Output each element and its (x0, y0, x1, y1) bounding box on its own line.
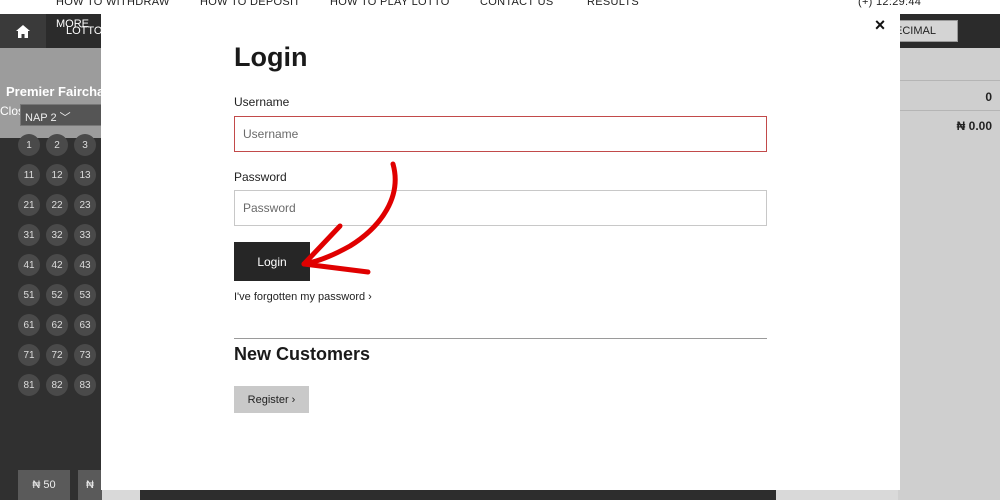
red-arrow-annotation (301, 161, 398, 275)
chevron-right-icon: › (288, 393, 296, 406)
number-ball[interactable]: 23 (74, 194, 96, 216)
close-icon[interactable]: × (872, 16, 888, 34)
number-ball[interactable]: 43 (74, 254, 96, 276)
home-button[interactable] (0, 14, 46, 48)
username-input[interactable] (234, 116, 767, 152)
number-ball[interactable]: 13 (74, 164, 96, 186)
nav-link-results[interactable]: RESULTS (587, 0, 639, 8)
number-ball[interactable]: 41 (18, 254, 40, 276)
number-ball[interactable]: 21 (18, 194, 40, 216)
betslip-panel: 0 ₦ 0.00 (898, 48, 1000, 500)
home-icon (16, 24, 30, 38)
odds-format-select[interactable]: ECIMAL (890, 20, 958, 42)
number-ball[interactable]: 42 (46, 254, 68, 276)
number-ball[interactable]: 72 (46, 344, 68, 366)
number-ball[interactable]: 3 (74, 134, 96, 156)
stake-button[interactable]: ₦ (78, 470, 102, 500)
login-modal (101, 8, 900, 490)
nav-link-how-to-play[interactable]: HOW TO PLAY LOTTO (330, 0, 450, 8)
chevron-down-icon: ﹀ (59, 112, 71, 124)
number-ball[interactable]: 73 (74, 344, 96, 366)
number-ball[interactable]: 83 (74, 374, 96, 396)
register-label: Register (247, 393, 289, 406)
nav-link-deposit[interactable]: HOW TO DEPOSIT (200, 0, 300, 8)
register-button[interactable]: Register › (234, 386, 309, 413)
forgot-password-link[interactable]: I've forgotten my password › (234, 291, 372, 303)
odds-format-value: ECIMAL (895, 25, 936, 37)
betslip-total: ₦ 0.00 (956, 119, 992, 133)
number-ball[interactable]: 61 (18, 314, 40, 336)
stake-label: ₦ 50 (32, 479, 56, 491)
nav-link-withdraw[interactable]: HOW TO WITHDRAW (56, 0, 170, 8)
section-divider (234, 338, 767, 339)
username-label: Username (234, 95, 290, 109)
betslip-count: 0 (985, 90, 992, 104)
bet-type-select[interactable]: NAP 2 ﹀ (20, 104, 102, 126)
number-ball[interactable]: 81 (18, 374, 40, 396)
divider (898, 110, 1000, 111)
login-title: Login (234, 42, 308, 72)
lotto-tab[interactable]: LOTTO (66, 25, 102, 37)
password-label: Password (234, 170, 287, 184)
stake-button[interactable]: ₦ 50 (18, 470, 70, 500)
bet-type-value: NAP 2 (25, 112, 57, 124)
number-ball[interactable]: 1 (18, 134, 40, 156)
clock: (+) 12:29:44 (858, 0, 922, 8)
nav-link-contact[interactable]: CONTACT US (480, 0, 554, 8)
number-ball[interactable]: 32 (46, 224, 68, 246)
number-grid: 1 2 3 11 12 13 21 22 23 31 32 33 41 42 43 51 52 53 61 62 63 7… (18, 134, 102, 396)
number-ball[interactable]: 2 (46, 134, 68, 156)
forgot-password-label: I've forgotten my password (234, 291, 366, 303)
new-customers-heading: New Customers (234, 344, 371, 364)
number-ball[interactable]: 82 (46, 374, 68, 396)
stake-label: ₦ (86, 479, 94, 491)
number-ball[interactable]: 31 (18, 224, 40, 246)
chevron-right-icon: › (368, 291, 372, 303)
number-ball[interactable]: 22 (46, 194, 68, 216)
number-ball[interactable]: 51 (18, 284, 40, 306)
divider (898, 80, 1000, 81)
number-ball[interactable]: 33 (74, 224, 96, 246)
number-ball[interactable]: 11 (18, 164, 40, 186)
number-ball[interactable]: 62 (46, 314, 68, 336)
number-ball[interactable]: 63 (74, 314, 96, 336)
number-ball[interactable]: 71 (18, 344, 40, 366)
number-ball[interactable]: 53 (74, 284, 96, 306)
number-ball[interactable]: 52 (46, 284, 68, 306)
number-ball[interactable]: 12 (46, 164, 68, 186)
